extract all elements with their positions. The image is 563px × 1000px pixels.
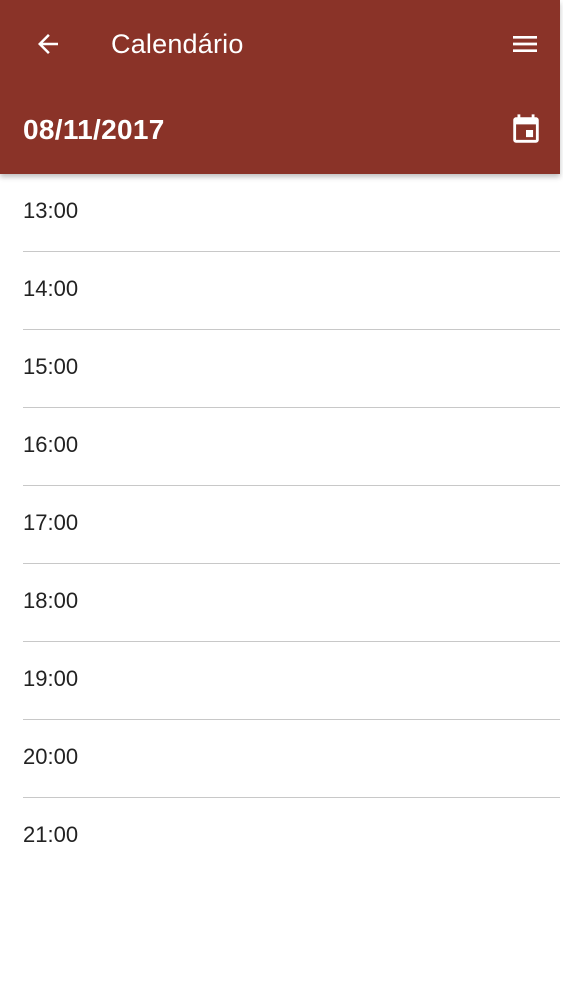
hour-label: 20:00: [23, 744, 79, 769]
app-header: Calendário 08/11/2017: [0, 0, 560, 174]
hour-slot[interactable]: 13:00: [0, 174, 560, 252]
hour-label: 13:00: [23, 198, 79, 223]
menu-button[interactable]: [502, 22, 548, 66]
back-button[interactable]: [26, 22, 70, 66]
hour-slot[interactable]: 21:00: [0, 798, 560, 876]
hour-list: 13:00 14:00 15:00 16:00 17:00 18:00 19:0…: [0, 174, 560, 876]
arrow-back-icon: [38, 34, 58, 54]
hour-slot[interactable]: 18:00: [0, 564, 560, 642]
calendar-button[interactable]: [504, 108, 548, 152]
hour-label: 16:00: [23, 432, 79, 457]
hour-slot[interactable]: 16:00: [0, 408, 560, 486]
hour-label: 15:00: [23, 354, 79, 379]
hour-slot[interactable]: 14:00: [0, 252, 560, 330]
hour-slot[interactable]: 20:00: [0, 720, 560, 798]
page-title: Calendário: [111, 29, 244, 59]
hour-label: 17:00: [23, 510, 79, 535]
hour-label: 18:00: [23, 588, 79, 613]
menu-icon: [513, 36, 537, 52]
hour-label: 21:00: [23, 822, 79, 847]
selected-date: 08/11/2017: [23, 114, 165, 145]
hour-label: 14:00: [23, 276, 79, 301]
hour-label: 19:00: [23, 666, 79, 691]
calendar-event-icon: [513, 114, 539, 143]
hour-slot[interactable]: 17:00: [0, 486, 560, 564]
hour-slot[interactable]: 15:00: [0, 330, 560, 408]
hour-slot[interactable]: 19:00: [0, 642, 560, 720]
